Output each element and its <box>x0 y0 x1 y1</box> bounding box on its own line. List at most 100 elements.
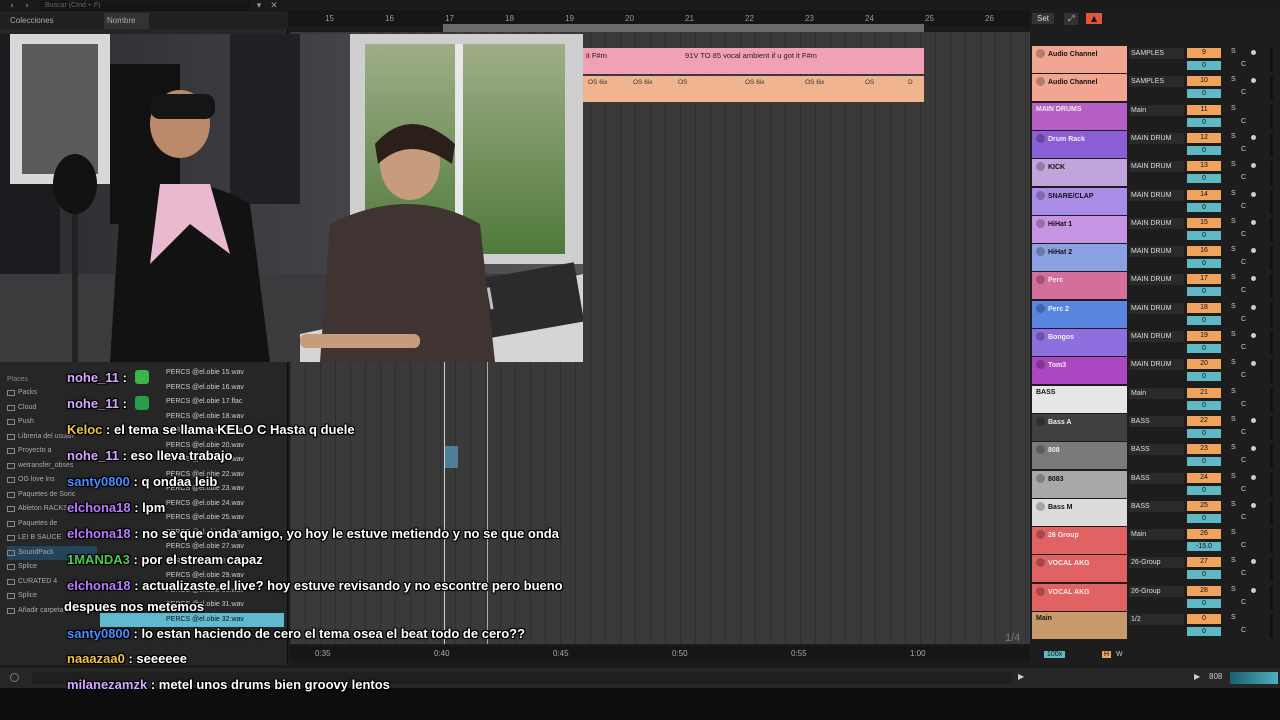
mixer-track[interactable]: Audio Channel SAMPLES 10 0 S C <box>1030 74 1280 102</box>
play-icon[interactable]: ▶ <box>1018 672 1024 681</box>
solo-button[interactable]: S <box>1231 614 1236 621</box>
cue-button[interactable]: C <box>1241 231 1246 238</box>
input-routing-select[interactable]: Main <box>1129 529 1184 541</box>
input-routing-select[interactable]: MAIN DRUM <box>1129 189 1184 201</box>
cue-button[interactable]: C <box>1241 457 1246 464</box>
solo-button[interactable]: S <box>1231 388 1236 395</box>
input-routing-select[interactable]: BASS <box>1129 444 1184 456</box>
track-volume[interactable]: 0 <box>1187 230 1221 240</box>
arm-icon[interactable] <box>1251 333 1256 338</box>
fold-arrow-icon[interactable] <box>1036 473 1045 483</box>
cue-button[interactable]: C <box>1241 316 1246 323</box>
track-name[interactable]: 26 Group <box>1032 527 1127 555</box>
fold-arrow-icon[interactable] <box>1036 218 1045 228</box>
track-volume[interactable]: 0 <box>1187 174 1221 184</box>
mixer-track[interactable]: Drum Rack MAIN DRUM 12 0 S C <box>1030 130 1280 159</box>
vocal-clip[interactable]: it F#m 91V TO 85 vocal ambient if u got … <box>583 48 924 74</box>
file-item[interactable]: PERCS @el.obie 18.wav <box>100 410 284 425</box>
track-name[interactable]: VOCAL AKG <box>1032 583 1127 611</box>
play-track-icon[interactable]: ▶ <box>1194 672 1200 681</box>
record-icon[interactable]: ▲ <box>1086 13 1103 24</box>
track-number-button[interactable]: 25 <box>1187 500 1221 511</box>
track-number-button[interactable]: 13 <box>1187 161 1221 172</box>
h-button[interactable]: H <box>1102 651 1112 658</box>
mixer-track[interactable]: Bongos MAIN DRUM 19 0 S C <box>1030 329 1280 357</box>
input-routing-select[interactable]: BASS <box>1129 500 1184 512</box>
solo-button[interactable]: S <box>1231 501 1236 508</box>
place-item[interactable]: SoundPack <box>7 545 97 560</box>
track-volume[interactable]: 0 <box>1187 570 1221 580</box>
zoom-value[interactable]: 100x <box>1044 651 1066 658</box>
track-volume[interactable]: 0 <box>1187 513 1221 523</box>
mixer-track[interactable]: 26 Group Main 26 -15.0 S C <box>1030 527 1280 555</box>
track-number-button[interactable]: 26 <box>1187 529 1221 540</box>
file-item[interactable]: PERCS @el.obie 26.wav <box>100 526 284 541</box>
track-volume[interactable]: 0 <box>1187 117 1221 127</box>
place-item[interactable]: CURATED 4 <box>7 575 97 590</box>
fold-arrow-icon[interactable] <box>1036 360 1045 370</box>
cue-button[interactable]: C <box>1241 344 1246 351</box>
input-routing-select[interactable]: 1/2 <box>1129 614 1184 625</box>
file-item[interactable]: PERCS @el.obie 32.wav <box>100 612 284 627</box>
solo-button[interactable]: S <box>1231 161 1236 168</box>
expand-icon[interactable]: ⤢ <box>1064 13 1079 25</box>
name-column-header[interactable]: Nombre <box>104 13 150 29</box>
track-volume[interactable]: 0 <box>1187 344 1221 353</box>
arm-icon[interactable] <box>1251 361 1256 367</box>
track-name[interactable]: KICK <box>1032 159 1127 187</box>
track-name[interactable]: MAIN DRUMS <box>1032 102 1127 130</box>
place-item[interactable]: Cloud <box>7 401 97 416</box>
place-item[interactable]: Añadir carpeta... <box>7 604 97 619</box>
mixer-track[interactable]: VOCAL AKG 26-Group 27 0 S C <box>1030 555 1280 583</box>
place-item[interactable]: Packs <box>7 386 97 401</box>
input-routing-select[interactable]: SAMPLES <box>1129 48 1184 59</box>
input-routing-select[interactable]: Main <box>1129 387 1184 399</box>
arm-icon[interactable] <box>1251 134 1256 140</box>
fold-arrow-icon[interactable] <box>1036 162 1045 172</box>
place-item[interactable]: Paquetes de <box>7 517 97 532</box>
track-number-button[interactable]: 28 <box>1187 585 1221 596</box>
fold-arrow-icon[interactable] <box>1036 247 1045 257</box>
fold-arrow-icon[interactable] <box>1036 416 1045 426</box>
mixer-track[interactable]: Tom3 MAIN DRUM 20 0 S C <box>1030 357 1280 385</box>
mixer-track[interactable]: BASS Main 21 0 S C <box>1030 385 1280 414</box>
cue-button[interactable]: C <box>1241 61 1246 68</box>
track-number-button[interactable]: 19 <box>1187 331 1221 341</box>
arm-icon[interactable] <box>1251 587 1256 593</box>
input-routing-select[interactable]: MAIN DRUM <box>1129 302 1184 314</box>
solo-button[interactable]: S <box>1231 529 1236 536</box>
track-name[interactable]: Perc 2 <box>1032 300 1127 328</box>
time-ruler[interactable]: 0:35 0:40 0:45 0:50 0:55 1:00 <box>290 646 1030 660</box>
arm-icon[interactable] <box>1251 559 1256 565</box>
track-number-button[interactable]: 10 <box>1187 76 1221 87</box>
arm-icon[interactable] <box>1251 446 1256 452</box>
file-item[interactable]: PERCS @el.obie 28.wav <box>100 555 284 570</box>
track-volume[interactable]: 0 <box>1187 400 1221 410</box>
place-item[interactable]: Splice <box>7 560 97 575</box>
mixer-track[interactable]: MAIN DRUMS Main 11 0 S C <box>1030 102 1280 131</box>
track-number-button[interactable]: 22 <box>1187 415 1221 426</box>
cue-button[interactable]: C <box>1241 259 1246 266</box>
track-number-button[interactable]: 20 <box>1187 359 1221 370</box>
drum-clip[interactable]: OS 6ix OS 6ix OS OS 6ix OS 6ix OS D <box>583 76 924 102</box>
solo-button[interactable]: S <box>1231 331 1236 338</box>
solo-button[interactable]: S <box>1231 218 1236 225</box>
cue-button[interactable]: C <box>1241 287 1246 294</box>
track-number-button[interactable]: 15 <box>1187 217 1221 228</box>
arm-icon[interactable] <box>1251 417 1256 423</box>
status-circle-icon[interactable] <box>10 673 19 682</box>
track-number-button[interactable]: 21 <box>1187 387 1221 398</box>
arm-icon[interactable] <box>1251 78 1256 84</box>
mixer-track[interactable]: 8083 BASS 24 0 S C <box>1030 470 1280 499</box>
cue-button[interactable]: C <box>1241 514 1246 521</box>
solo-button[interactable]: S <box>1231 105 1236 112</box>
track-number-button[interactable]: 17 <box>1187 274 1221 285</box>
track-name[interactable]: Audio Channel <box>1032 74 1127 102</box>
track-volume[interactable]: 0 <box>1187 145 1221 155</box>
mixer-track[interactable]: Perc 2 MAIN DRUM 18 0 S C <box>1030 300 1280 329</box>
solo-button[interactable]: S <box>1231 557 1236 564</box>
file-item[interactable]: PERCS @el.obie 29.wav <box>100 569 284 584</box>
solo-button[interactable]: S <box>1231 473 1236 480</box>
input-routing-select[interactable]: MAIN DRUM <box>1129 246 1184 258</box>
cue-button[interactable]: C <box>1241 627 1246 634</box>
